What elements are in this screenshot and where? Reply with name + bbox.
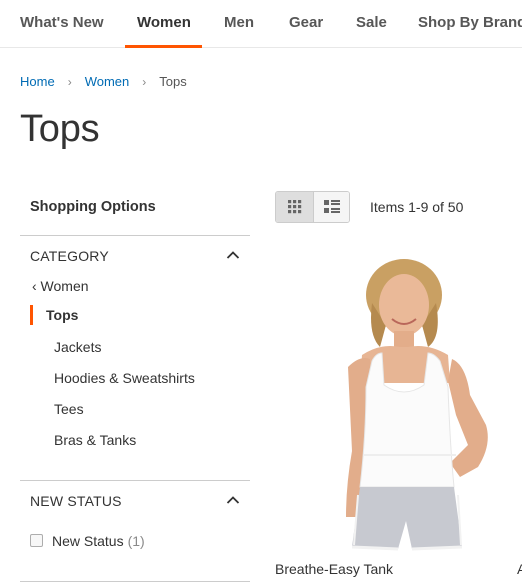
product-image[interactable] (300, 255, 520, 555)
category-item-jackets[interactable]: Jackets (54, 339, 101, 355)
shopping-options-heading: Shopping Options (30, 199, 156, 215)
new-status-checkbox[interactable] (30, 534, 43, 547)
category-filter-title[interactable]: CATEGORY (30, 248, 109, 264)
breadcrumb-women-link[interactable]: Women (85, 74, 130, 89)
divider (20, 235, 250, 236)
nav-item-women[interactable]: Women (137, 14, 191, 31)
category-item-hoodies-sweatshirts[interactable]: Hoodies & Sweatshirts (54, 370, 195, 386)
view-mode-switcher (275, 191, 350, 223)
divider (20, 581, 250, 582)
nav-item-whats-new[interactable]: What's New (20, 14, 104, 31)
grid-view-button[interactable] (276, 192, 313, 222)
breadcrumb: Home › Women › Tops (20, 74, 187, 89)
active-nav-indicator (125, 45, 202, 48)
category-current: Tops (30, 305, 78, 325)
new-status-label[interactable]: New Status (52, 533, 124, 549)
category-item-tees[interactable]: Tees (54, 401, 84, 417)
new-status-filter-title[interactable]: NEW STATUS (30, 493, 122, 509)
nav-item-sale[interactable]: Sale (356, 14, 387, 31)
category-back-link[interactable]: ‹ Women (32, 278, 89, 294)
main-navigation: What's New Women Men Gear Sale Shop By B… (0, 0, 522, 48)
toolbar-amount: Items 1-9 of 50 (370, 199, 464, 215)
chevron-right-icon: › (142, 75, 147, 89)
new-status-option[interactable]: New Status (1) (30, 533, 145, 549)
grid-icon (288, 200, 302, 214)
nav-item-gear[interactable]: Gear (289, 14, 323, 31)
list-view-button[interactable] (313, 192, 349, 222)
breadcrumb-current: Tops (159, 74, 187, 89)
category-item-bras-tanks[interactable]: Bras & Tanks (54, 432, 136, 448)
new-status-count: (1) (127, 533, 145, 549)
page-title: Tops (20, 108, 100, 150)
list-icon (324, 200, 340, 213)
chevron-up-icon[interactable] (226, 250, 240, 260)
next-product-name-partial[interactable]: A (517, 561, 522, 577)
chevron-right-icon: › (67, 75, 72, 89)
product-name-link[interactable]: Breathe-Easy Tank (275, 561, 393, 577)
nav-item-men[interactable]: Men (224, 14, 254, 31)
breadcrumb-home-link[interactable]: Home (20, 74, 55, 89)
nav-item-shop-by-brand[interactable]: Shop By Brand (418, 14, 522, 31)
divider (20, 480, 250, 481)
chevron-up-icon[interactable] (226, 495, 240, 505)
